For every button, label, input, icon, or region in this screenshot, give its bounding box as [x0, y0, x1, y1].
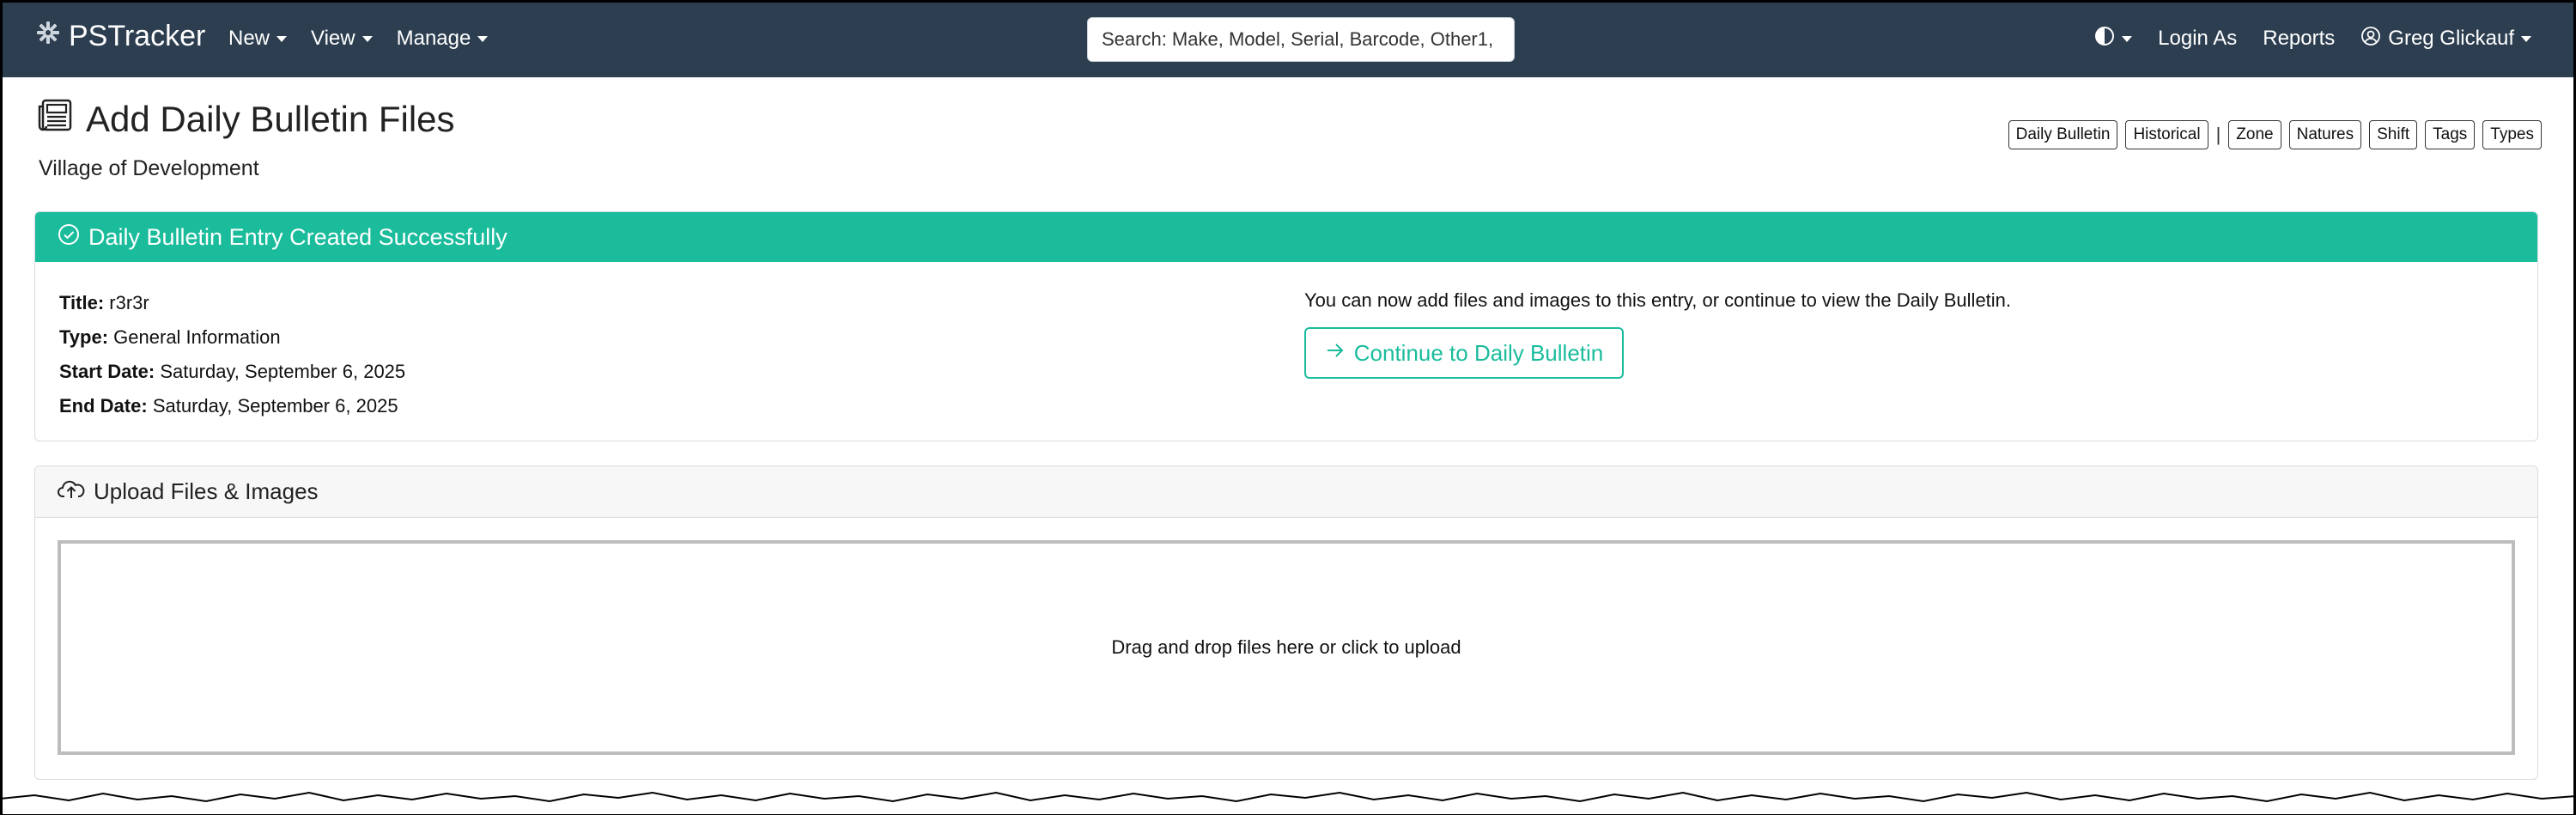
- caret-down-icon: [477, 35, 489, 42]
- detail-label: End Date:: [59, 395, 148, 417]
- detail-label: Start Date:: [59, 361, 155, 382]
- menu-view-label: View: [311, 27, 355, 50]
- upload-card-title: Upload Files & Images: [94, 478, 319, 504]
- caret-down-icon: [2122, 35, 2133, 42]
- caret-down-icon: [361, 35, 373, 42]
- detail-value: Saturday, September 6, 2025: [160, 361, 406, 382]
- navbar-right: Login As Reports Greg Glickauf: [2094, 0, 2531, 77]
- login-as-link[interactable]: Login As: [2158, 27, 2237, 51]
- detail-value: r3r3r: [109, 292, 149, 313]
- check-circle-icon: [58, 223, 80, 252]
- top-navbar: PSTracker New View Manage Login As Repor…: [0, 0, 2576, 77]
- detail-type: Type: General Information: [59, 320, 405, 355]
- reports-link[interactable]: Reports: [2263, 27, 2335, 51]
- continue-to-daily-bulletin-button[interactable]: Continue to Daily Bulletin: [1304, 327, 1624, 379]
- menu-new[interactable]: New: [228, 27, 288, 51]
- quick-links-separator: |: [2215, 124, 2221, 145]
- user-menu[interactable]: Greg Glickauf: [2360, 26, 2531, 52]
- search-input[interactable]: [1087, 17, 1515, 62]
- upload-card-header: Upload Files & Images: [35, 466, 2537, 518]
- continue-button-label: Continue to Daily Bulletin: [1353, 339, 1604, 366]
- gear-logo-icon: [34, 19, 62, 54]
- theme-toggle[interactable]: [2094, 26, 2133, 52]
- brand-logo[interactable]: PSTracker: [34, 19, 205, 54]
- cloud-upload-icon: [58, 477, 85, 506]
- arrow-right-icon: [1325, 340, 1346, 367]
- caret-down-icon: [2521, 35, 2531, 42]
- detail-value: General Information: [113, 326, 281, 348]
- page-subtitle: Village of Development: [39, 156, 259, 180]
- caret-down-icon: [276, 35, 288, 42]
- page-title-text: Add Daily Bulletin Files: [86, 99, 455, 139]
- detail-title: Title: r3r3r: [59, 286, 405, 320]
- success-card-header: Daily Bulletin Entry Created Successfull…: [35, 212, 2537, 262]
- detail-end-date: End Date: Saturday, September 6, 2025: [59, 389, 405, 423]
- dropzone-text: Drag and drop files here or click to upl…: [1111, 636, 1461, 658]
- half-circle-theme-icon: [2094, 26, 2115, 52]
- main-menu: New View Manage: [228, 0, 489, 77]
- detail-start-date: Start Date: Saturday, September 6, 2025: [59, 355, 405, 389]
- torn-edge: [0, 791, 2576, 815]
- quick-link-tags[interactable]: Tags: [2425, 120, 2476, 149]
- quick-link-zone[interactable]: Zone: [2228, 120, 2281, 149]
- quick-links: Daily Bulletin Historical | Zone Natures…: [2008, 120, 2542, 149]
- brand-name: PSTracker: [69, 20, 206, 52]
- menu-manage[interactable]: Manage: [397, 27, 489, 51]
- newspaper-icon: [36, 96, 74, 143]
- upload-card: Upload Files & Images Drag and drop file…: [34, 465, 2538, 780]
- user-name: Greg Glickauf: [2388, 27, 2514, 50]
- user-circle-icon: [2360, 26, 2381, 52]
- file-dropzone[interactable]: Drag and drop files here or click to upl…: [58, 540, 2515, 755]
- quick-link-daily-bulletin[interactable]: Daily Bulletin: [2008, 120, 2118, 149]
- quick-link-historical[interactable]: Historical: [2125, 120, 2208, 149]
- menu-manage-label: Manage: [396, 27, 471, 50]
- detail-label: Title:: [59, 292, 105, 313]
- success-card: Daily Bulletin Entry Created Successfull…: [34, 211, 2538, 441]
- detail-value: Saturday, September 6, 2025: [152, 395, 398, 417]
- entry-details: Title: r3r3r Type: General Information S…: [59, 286, 405, 423]
- quick-link-shift[interactable]: Shift: [2369, 120, 2418, 149]
- quick-link-natures[interactable]: Natures: [2288, 120, 2362, 149]
- menu-new-label: New: [228, 27, 270, 50]
- success-card-title: Daily Bulletin Entry Created Successfull…: [88, 223, 507, 250]
- menu-view[interactable]: View: [311, 27, 373, 51]
- quick-link-types[interactable]: Types: [2482, 120, 2542, 149]
- page-title: Add Daily Bulletin Files: [36, 96, 455, 143]
- detail-label: Type:: [59, 326, 109, 348]
- next-steps-message: You can now add files and images to this…: [1304, 289, 2012, 311]
